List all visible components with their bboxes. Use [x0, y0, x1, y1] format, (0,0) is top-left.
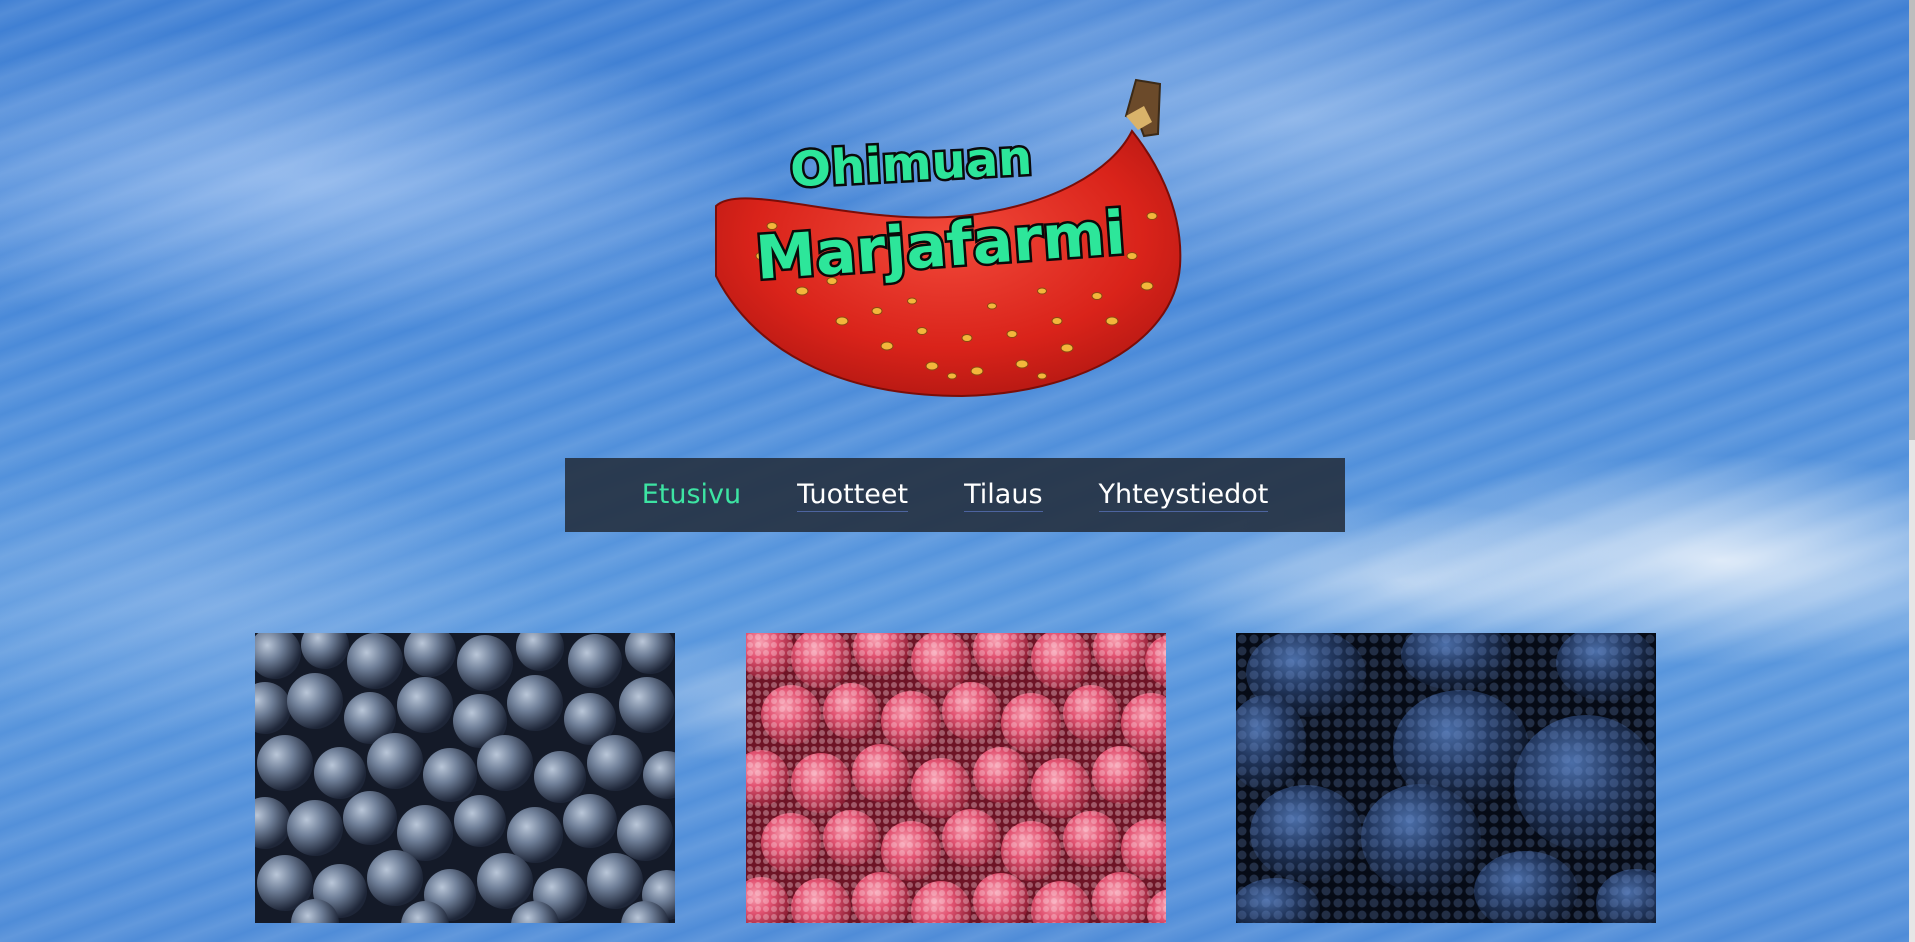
farm-logo[interactable]: Ohimuan Marjafarmi	[712, 76, 1196, 400]
svg-text:Ohimuan: Ohimuan	[789, 130, 1034, 199]
page-viewport: Ohimuan Marjafarmi Etusivu Tuotteet Tila…	[0, 0, 1915, 942]
nav-link-etusivu[interactable]: Etusivu	[642, 479, 741, 511]
scrollbar-thumb[interactable]	[1909, 0, 1915, 440]
blackberry-photo[interactable]	[1236, 633, 1656, 923]
main-navigation: Etusivu Tuotteet Tilaus Yhteystiedot	[565, 458, 1345, 532]
raspberry-photo[interactable]	[746, 633, 1166, 923]
nav-link-tilaus[interactable]: Tilaus	[964, 479, 1043, 512]
nav-link-tuotteet[interactable]: Tuotteet	[797, 479, 909, 512]
nav-link-yhteystiedot[interactable]: Yhteystiedot	[1098, 479, 1269, 512]
page-scrollbar[interactable]	[1909, 0, 1915, 942]
blueberry-photo[interactable]	[255, 633, 675, 923]
berry-gallery	[0, 633, 1915, 923]
